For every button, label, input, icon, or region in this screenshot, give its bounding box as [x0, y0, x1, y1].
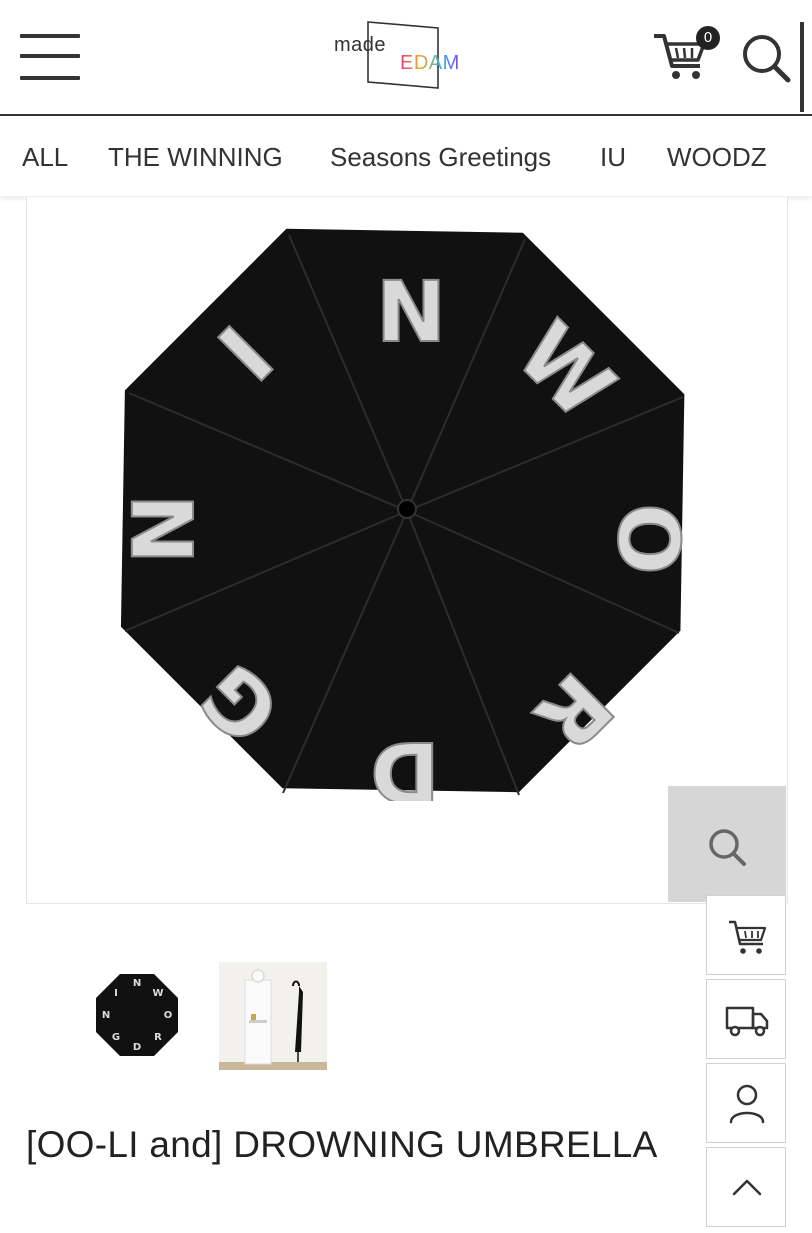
svg-text:I: I: [114, 988, 118, 999]
category-nav: ALL THE WINNING Seasons Greetings IU WOO…: [0, 116, 812, 196]
logo-made-text: made: [334, 34, 387, 56]
nav-item-iu[interactable]: IU: [600, 142, 626, 173]
svg-text:G: G: [112, 1032, 120, 1043]
svg-text:R: R: [154, 1032, 162, 1043]
nav-item-seasons-greetings[interactable]: Seasons Greetings: [330, 142, 551, 173]
search-icon: [743, 35, 791, 83]
site-header: made EDAM 0: [0, 0, 812, 114]
thumbnail-stand-image: [219, 962, 327, 1070]
quick-account-button[interactable]: [706, 1063, 786, 1143]
cart-icon: [729, 920, 767, 954]
svg-text:N: N: [102, 1010, 110, 1021]
search-button[interactable]: [738, 30, 794, 86]
umbrella-letter-n1: N: [376, 263, 446, 361]
scroll-top-button[interactable]: [706, 1147, 786, 1227]
hamburger-menu-icon[interactable]: [20, 32, 80, 82]
thumbnail-umbrella-image: NWO RDG NI: [96, 974, 178, 1056]
thumbnail-umbrella-top[interactable]: NWO RDG NI: [82, 962, 190, 1070]
product-image-umbrella[interactable]: N W O R D G N I: [117, 221, 697, 801]
search-icon: [709, 829, 746, 866]
product-title: [OO-LI and] DROWNING UMBRELLA: [26, 1124, 658, 1165]
quick-cart-button[interactable]: [706, 895, 786, 975]
umbrella-letter-n2: N: [117, 494, 213, 564]
svg-text:W: W: [152, 988, 163, 999]
umbrella-letter-o: O: [599, 503, 697, 574]
svg-text:O: O: [164, 1010, 173, 1021]
cart-button[interactable]: 0: [650, 26, 720, 84]
svg-text:D: D: [133, 1042, 141, 1053]
cart-count-badge: 0: [696, 26, 720, 50]
umbrella-letter-d: D: [370, 723, 440, 801]
nav-item-woodz[interactable]: WOODZ: [667, 142, 767, 173]
zoom-button[interactable]: [668, 786, 786, 902]
site-logo[interactable]: made EDAM: [330, 18, 480, 96]
user-icon: [729, 1084, 765, 1124]
logo-edam-text: EDAM: [400, 52, 460, 74]
quick-delivery-button[interactable]: [706, 979, 786, 1059]
chevron-up-icon: [732, 1179, 762, 1196]
nav-item-all[interactable]: ALL: [22, 142, 68, 173]
thumbnail-umbrella-stand[interactable]: [219, 962, 327, 1070]
svg-text:N: N: [133, 978, 141, 989]
nav-item-the-winning[interactable]: THE WINNING: [108, 142, 283, 173]
scrollbar-indicator: [800, 22, 804, 112]
truck-icon: [725, 1006, 769, 1037]
